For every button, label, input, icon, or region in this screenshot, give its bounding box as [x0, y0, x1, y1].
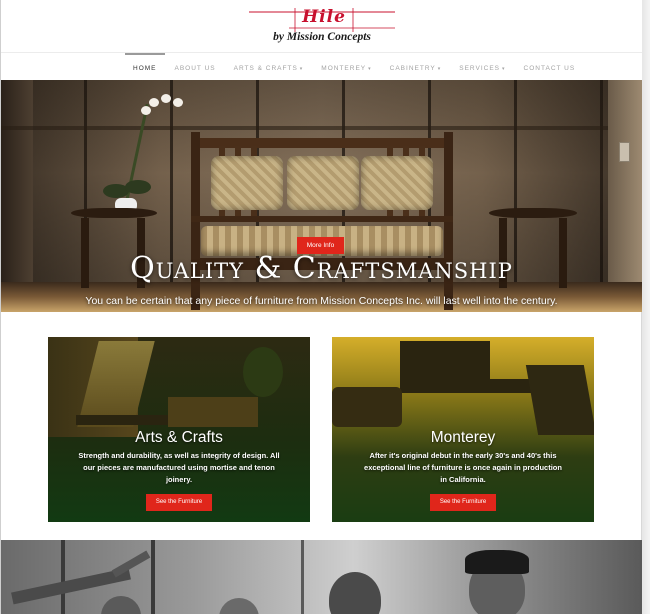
- side-table-image: [168, 397, 258, 427]
- chevron-down-icon: ▾: [502, 66, 506, 72]
- orchid-flower-image: [149, 98, 159, 107]
- monterey-see-furniture-button[interactable]: See the Furniture: [430, 494, 496, 511]
- nav-item-label: MONTEREY: [321, 65, 367, 72]
- site-logo[interactable]: Hile by Mission Concepts: [249, 5, 395, 47]
- more-info-button[interactable]: More Info: [297, 237, 344, 254]
- nav-item-label: ARTS & CRAFTS: [233, 65, 298, 72]
- workshop-machine: [111, 550, 151, 578]
- monterey-description: After it's original debut in the early 3…: [364, 451, 562, 484]
- nav-item-contact-us[interactable]: CONTACT US: [516, 53, 584, 80]
- logo-signature: Hile: [302, 7, 346, 27]
- nav-item-label: CONTACT US: [523, 65, 576, 72]
- site-header: Hile by Mission Concepts: [1, 0, 642, 52]
- monterey-title: Monterey: [430, 429, 496, 446]
- nav-item-label: SERVICES: [459, 65, 501, 72]
- chevron-down-icon: ▾: [299, 66, 304, 72]
- nav-item-about-us[interactable]: ABOUT US: [167, 53, 224, 80]
- plant-leaf-image: [125, 180, 151, 194]
- nav-item-monterey[interactable]: MONTEREY ▾: [313, 53, 379, 80]
- nav-item-cabinetry[interactable]: CABINETRY ▾: [382, 53, 450, 80]
- chevron-down-icon: ▾: [368, 66, 372, 72]
- hero-wall-rail: [1, 126, 642, 130]
- nav-item-home[interactable]: HOME: [125, 53, 165, 80]
- arts-crafts-description: Strength and durability, as well as inte…: [78, 451, 280, 484]
- monterey-rocker-image: [525, 365, 594, 435]
- workshop-beam: [61, 540, 65, 614]
- orchid-flower-image: [161, 94, 171, 103]
- workshop-beam: [151, 540, 155, 614]
- arts-crafts-title: Arts & Crafts: [135, 429, 223, 446]
- ottoman-image: [332, 387, 402, 427]
- nav-item-label: ABOUT US: [174, 65, 216, 72]
- workshop-team-photo: [1, 540, 642, 614]
- plant-image: [243, 347, 283, 397]
- logo-tagline: by Mission Concepts: [273, 31, 371, 43]
- wall-outlet-image: [619, 142, 630, 162]
- chevron-down-icon: ▾: [437, 66, 442, 72]
- nav-item-arts-crafts[interactable]: ARTS & CRAFTS ▾: [226, 53, 312, 80]
- nav-item-services[interactable]: SERVICES ▾: [451, 53, 513, 80]
- baseball-cap-image: [465, 550, 529, 574]
- nav-list: HOME ABOUT US ARTS & CRAFTS ▾ MONTEREY ▾ C…: [125, 53, 585, 80]
- orchid-flower-image: [173, 98, 183, 107]
- nav-item-label: HOME: [133, 65, 157, 72]
- worker-portrait: [101, 596, 141, 614]
- orchid-flower-image: [141, 106, 151, 115]
- monterey-card[interactable]: Monterey After it's original debut in th…: [332, 337, 594, 522]
- worker-portrait: [219, 598, 259, 614]
- hero-title: Quality & Craftsmanship: [130, 251, 513, 286]
- worker-portrait: [329, 572, 381, 614]
- workshop-beam: [301, 540, 304, 614]
- scrollbar-track[interactable]: [641, 0, 650, 614]
- arts-crafts-card[interactable]: Arts & Crafts Strength and durability, a…: [48, 337, 310, 522]
- arts-crafts-see-furniture-button[interactable]: See the Furniture: [146, 494, 212, 511]
- nav-item-label: CABINETRY: [389, 65, 436, 72]
- main-nav: HOME ABOUT US ARTS & CRAFTS ▾ MONTEREY ▾ C…: [1, 52, 642, 81]
- hero-banner: Quality & Craftsmanship You can be certa…: [1, 80, 642, 312]
- hero-subtitle: You can be certain that any piece of fur…: [85, 295, 558, 307]
